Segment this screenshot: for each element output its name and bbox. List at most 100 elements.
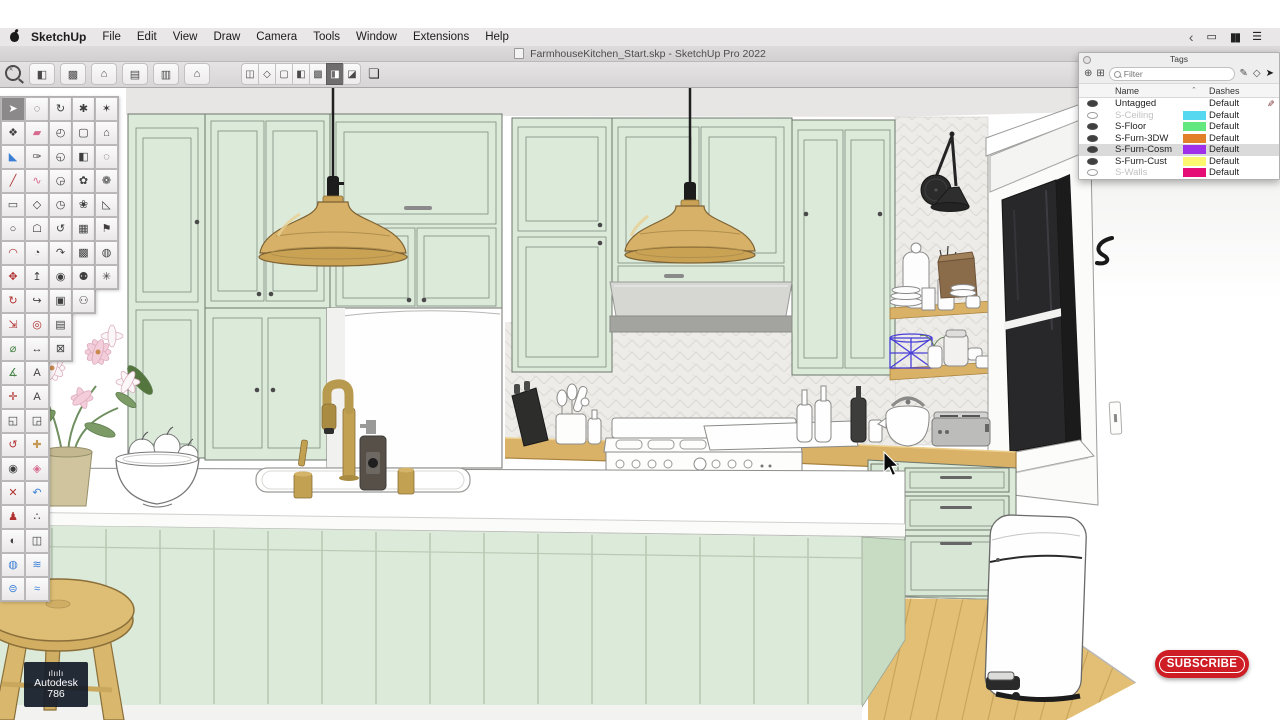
position-camera-tool[interactable]: ♟ bbox=[1, 505, 25, 529]
app-switcher-icon[interactable]: ▮▮ bbox=[1230, 31, 1241, 43]
lasso-tool[interactable]: ◌ bbox=[25, 97, 49, 121]
sun-tool-tool[interactable]: ✳ bbox=[95, 265, 118, 289]
roof-tool-tool[interactable]: ⌂ bbox=[95, 121, 118, 145]
pencil-icon[interactable]: ✎ bbox=[1240, 69, 1248, 79]
menu-view[interactable]: View bbox=[173, 31, 198, 43]
apple-menu-icon[interactable] bbox=[10, 32, 19, 42]
tag-filter-box[interactable] bbox=[1108, 67, 1235, 81]
follow-me-tool[interactable]: ↪ bbox=[25, 289, 49, 313]
menu-draw[interactable]: Draw bbox=[213, 31, 240, 43]
stand-tool-tool[interactable]: ⚑ bbox=[95, 217, 118, 241]
tag-color-swatch[interactable] bbox=[1183, 110, 1206, 120]
tag-dashes-value[interactable]: Default bbox=[1209, 156, 1239, 167]
eraser-tool[interactable]: ▰ bbox=[25, 121, 49, 145]
zoom-tool[interactable]: ◉ bbox=[1, 457, 25, 481]
menu-edit[interactable]: Edit bbox=[137, 31, 157, 43]
frame-tool-tool[interactable]: ▣ bbox=[49, 289, 72, 313]
tag-row[interactable]: S-Floor Default bbox=[1079, 121, 1279, 133]
tag-name[interactable]: S-Floor bbox=[1115, 121, 1146, 132]
tag-color-swatch[interactable] bbox=[1183, 168, 1206, 178]
tag-row[interactable]: S-Walls Default bbox=[1079, 167, 1279, 179]
shaded-textures-style-button[interactable]: ▩ bbox=[309, 63, 327, 85]
push-pull-tool[interactable]: ↥ bbox=[25, 265, 49, 289]
dome-tool-tool[interactable]: ◍ bbox=[95, 241, 118, 265]
gear-tool-tool[interactable]: ✶ bbox=[95, 97, 118, 121]
subscribe-button[interactable]: SUBSCRIBE bbox=[1155, 650, 1249, 678]
iso-view-tool-tool[interactable]: ◴ bbox=[49, 121, 72, 145]
text-tool[interactable]: A bbox=[25, 361, 49, 385]
tag-filter-input[interactable] bbox=[1123, 69, 1230, 79]
protractor-tool[interactable]: ∡ bbox=[1, 361, 25, 385]
offset-tool[interactable]: ◎ bbox=[25, 313, 49, 337]
zoom-window-tool[interactable]: ◈ bbox=[25, 457, 49, 481]
hidden-eye-icon[interactable] bbox=[1087, 169, 1098, 177]
add-tag-folder-button[interactable]: ⊞ bbox=[1096, 69, 1104, 79]
details-arrow-icon[interactable]: ➤ bbox=[1266, 69, 1274, 79]
pie-tool[interactable]: ◔ bbox=[25, 241, 49, 265]
wireframe-style-button[interactable]: ◇ bbox=[258, 63, 276, 85]
monochrome-style-button[interactable]: ◪ bbox=[343, 63, 361, 85]
sandbox-smoove-tool[interactable]: ◍ bbox=[1, 553, 25, 577]
axes-tool[interactable]: ✛ bbox=[1, 385, 25, 409]
menu-camera[interactable]: Camera bbox=[256, 31, 297, 43]
menu-file[interactable]: File bbox=[102, 31, 121, 43]
home-view-button[interactable]: ⌂ bbox=[91, 63, 117, 85]
tag-color-swatch[interactable] bbox=[1183, 122, 1206, 132]
tag-row[interactable]: S-Furn-3DW Default bbox=[1079, 133, 1279, 145]
tag-dashes-value[interactable]: Default bbox=[1209, 121, 1239, 132]
camera-box-tool-tool[interactable]: ◧ bbox=[72, 145, 95, 169]
move-tool[interactable]: ✥ bbox=[1, 265, 25, 289]
rotate-tool[interactable]: ↻ bbox=[1, 289, 25, 313]
shaded-style-button[interactable]: ◧ bbox=[292, 63, 310, 85]
sketchy-edges-style-button[interactable]: ◨ bbox=[326, 63, 344, 85]
tag-name[interactable]: S-Furn-Cosm bbox=[1115, 144, 1172, 155]
saved-view-button[interactable]: ▥ bbox=[153, 63, 179, 85]
tag-name[interactable]: Untagged bbox=[1115, 98, 1156, 109]
menu-help[interactable]: Help bbox=[485, 31, 509, 43]
dashes-column-header[interactable]: Dashes bbox=[1209, 86, 1240, 96]
ramp-tool-tool[interactable]: ◺ bbox=[95, 193, 118, 217]
walk-tool[interactable]: ∴ bbox=[25, 505, 49, 529]
add-tag-button[interactable]: ⊕ bbox=[1084, 69, 1092, 79]
tag-dashes-value[interactable]: Default bbox=[1209, 133, 1239, 144]
tag-row[interactable]: S-Furn-Cust Default bbox=[1079, 156, 1279, 168]
rotate-view-tool[interactable]: ↻ bbox=[49, 97, 72, 121]
freehand-tool[interactable]: ∿ bbox=[25, 169, 49, 193]
tag-row[interactable]: S-Ceiling Default bbox=[1079, 110, 1279, 122]
panels-tool-tool[interactable]: ▤ bbox=[49, 313, 72, 337]
scale-tool[interactable]: ⇲ bbox=[1, 313, 25, 337]
ring-tool-tool[interactable]: ◌ bbox=[95, 145, 118, 169]
visible-eye-icon[interactable] bbox=[1087, 157, 1098, 165]
visible-eye-icon[interactable] bbox=[1087, 134, 1098, 142]
leaf-tool-tool[interactable]: ✿ bbox=[72, 169, 95, 193]
sandbox-drape-tool[interactable]: ≋ bbox=[25, 553, 49, 577]
sandbox-detail-tool[interactable]: ≈ bbox=[25, 577, 49, 601]
menu-tools[interactable]: Tools bbox=[313, 31, 340, 43]
rectangle-tool[interactable]: ▭ bbox=[1, 193, 25, 217]
menu-sketchup[interactable]: SketchUp bbox=[31, 30, 86, 44]
tape-measure-tool[interactable]: ⌀ bbox=[1, 337, 25, 361]
visible-eye-icon[interactable] bbox=[1087, 100, 1098, 108]
front-view-button[interactable]: ▤ bbox=[122, 63, 148, 85]
name-column-header[interactable]: Name bbox=[1115, 86, 1139, 96]
right-view-tool-tool[interactable]: ↷ bbox=[49, 241, 72, 265]
settings-tool-tool[interactable]: ✱ bbox=[72, 97, 95, 121]
camera-eye-tool-tool[interactable]: ◉ bbox=[49, 265, 72, 289]
menu-extensions[interactable]: Extensions bbox=[413, 31, 469, 43]
visible-eye-icon[interactable] bbox=[1087, 146, 1098, 154]
zoom-extents-tool[interactable]: ✕ bbox=[1, 481, 25, 505]
tag-dashes-value[interactable]: Default bbox=[1209, 144, 1239, 155]
left-view-tool-tool[interactable]: ↺ bbox=[49, 217, 72, 241]
tag-name[interactable]: S-Ceiling bbox=[1115, 110, 1154, 121]
hidden-line-style-button[interactable]: ▢ bbox=[275, 63, 293, 85]
outline-view-button[interactable]: ⌂ bbox=[184, 63, 210, 85]
zoom-selection-icon[interactable] bbox=[5, 65, 21, 81]
panel-close-button[interactable] bbox=[1083, 56, 1091, 64]
line-tool[interactable]: ╱ bbox=[1, 169, 25, 193]
front-view-tool-tool[interactable]: ◶ bbox=[49, 169, 72, 193]
3d-text-tool[interactable]: A bbox=[25, 385, 49, 409]
hidden-eye-icon[interactable] bbox=[1087, 111, 1098, 119]
sample-material-tool[interactable]: ✑ bbox=[25, 145, 49, 169]
pan-tool[interactable]: ✚ bbox=[25, 433, 49, 457]
arc-tool[interactable]: ◠ bbox=[1, 241, 25, 265]
